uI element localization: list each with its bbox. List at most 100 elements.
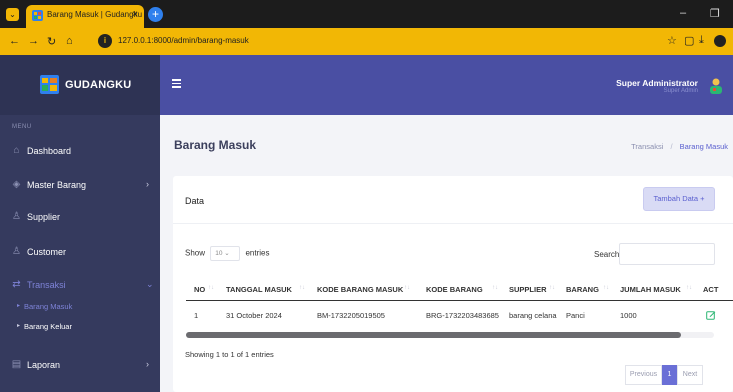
url-field[interactable]: i 127.0.0.1:8000/admin/barang-masuk (98, 32, 658, 51)
horizontal-scrollbar-thumb[interactable] (186, 332, 681, 338)
next-page-button[interactable]: Next (677, 365, 703, 385)
table-header-row: NO ↑↓ TANGGAL MASUK ↑↓ KODE BARANG MASUK… (186, 277, 733, 301)
warehouse-favicon-icon (32, 10, 43, 21)
reload-icon[interactable]: ↻ (47, 35, 56, 48)
menu-heading: MENU (12, 124, 32, 130)
forward-icon[interactable]: → (28, 35, 39, 47)
edit-icon[interactable] (706, 310, 716, 320)
site-info-icon[interactable]: i (98, 34, 112, 48)
entries-select[interactable]: 10 ⌄ (210, 246, 241, 261)
caret-right-icon: ▸ (17, 303, 21, 309)
sidebar-item-customer[interactable]: ♙ Customer (0, 242, 160, 262)
sidebar-subitem-barang-masuk[interactable]: ▸ Barang Masuk (0, 299, 160, 314)
sidebar-item-supplier[interactable]: ♙ Supplier (0, 207, 160, 227)
swap-icon: ⇄ (12, 279, 21, 290)
box-icon: ◈ (12, 179, 21, 190)
home-icon[interactable]: ⌂ (66, 35, 73, 47)
profile-avatar-icon[interactable] (714, 35, 726, 47)
browser-tab[interactable]: Barang Masuk | Gudangku × (26, 5, 144, 28)
cell-no: 1 (194, 311, 199, 320)
page-title: Barang Masuk (174, 138, 257, 152)
search-input[interactable] (619, 243, 715, 265)
download-icon[interactable]: ⤓ (699, 34, 704, 47)
sort-icon[interactable]: ↑↓ (299, 285, 305, 291)
sidebar-item-label: Transaksi (27, 280, 66, 290)
entries-label: entries (245, 248, 270, 258)
chevron-right-icon: › (146, 179, 149, 189)
sidebar-subitem-label: Barang Masuk (24, 302, 73, 311)
minimize-icon[interactable]: – (680, 7, 686, 19)
sidebar: GUDANGKU MENU ⌂ Dashboard ◈ Master Baran… (0, 55, 160, 392)
search-label: Search: (594, 250, 622, 259)
show-label: Show (185, 248, 206, 258)
sidebar-item-master-barang[interactable]: ◈ Master Barang › (0, 175, 160, 195)
bookmark-star-icon[interactable]: ☆ (667, 34, 677, 47)
sidebar-item-label: Master Barang (27, 180, 87, 190)
hamburger-menu-icon[interactable] (172, 79, 181, 88)
sidebar-subitem-barang-keluar[interactable]: ▸ Barang Keluar (0, 319, 160, 334)
breadcrumb: Transaksi / Barang Masuk (631, 142, 728, 151)
table-row: 1 31 October 2024 BM-1732205019505 BRG-1… (186, 301, 733, 329)
entries-value: 10 (215, 250, 223, 257)
sort-icon[interactable]: ↑↓ (549, 285, 555, 291)
column-header-action[interactable]: ACT (703, 285, 718, 294)
column-header-kode-barang-masuk[interactable]: KODE BARANG MASUK (317, 285, 403, 294)
tab-close-icon[interactable]: × (132, 9, 138, 20)
brand[interactable]: GUDANGKU (0, 55, 160, 115)
table-info: Showing 1 to 1 of 1 entries (185, 350, 274, 359)
restore-icon[interactable]: ❐ (710, 7, 720, 20)
user-name[interactable]: Super Administrator (616, 78, 698, 88)
sidebar-item-label: Supplier (27, 212, 61, 222)
entries-length-control: Show 10 ⌄ entries (185, 246, 270, 261)
add-data-button[interactable]: Tambah Data + (643, 187, 715, 211)
tab-search-icon[interactable]: ▢ (684, 34, 694, 47)
sidebar-item-laporan[interactable]: ▤ Laporan › (0, 355, 160, 375)
card-divider (173, 223, 733, 224)
sidebar-item-transaksi[interactable]: ⇄ Transaksi ⌄ (0, 275, 160, 295)
sidebar-item-label: Laporan (27, 360, 61, 370)
brand-name: GUDANGKU (65, 79, 132, 91)
column-header-tanggal-masuk[interactable]: TANGGAL MASUK (226, 285, 292, 294)
sort-icon[interactable]: ↑↓ (492, 285, 498, 291)
cell-jumlah-masuk: 1000 (620, 311, 637, 320)
chevron-down-icon: ⌄ (146, 279, 154, 289)
chevron-right-icon: › (146, 359, 149, 369)
warehouse-logo-icon (40, 75, 59, 94)
column-header-supplier[interactable]: SUPPLIER (509, 285, 547, 294)
cell-kode-barang: BRG-1732203483685 (426, 311, 499, 320)
cell-kode-barang-masuk: BM-1732205019505 (317, 311, 385, 320)
sort-icon[interactable]: ↑↓ (686, 285, 692, 291)
user-role: Super Admin (663, 88, 698, 94)
data-table: NO ↑↓ TANGGAL MASUK ↑↓ KODE BARANG MASUK… (186, 277, 733, 340)
breadcrumb-separator: / (670, 142, 673, 151)
cell-barang: Panci (566, 311, 585, 320)
browser-menu-button[interactable]: ⌄ (6, 8, 19, 21)
url-text: 127.0.0.1:8000/admin/barang-masuk (118, 36, 249, 45)
tab-title: Barang Masuk | Gudangku (47, 10, 143, 19)
sidebar-item-label: Customer (27, 247, 67, 257)
browser-addressbar: ← → ↻ ⌂ i 127.0.0.1:8000/admin/barang-ma… (0, 28, 733, 55)
sort-icon[interactable]: ↑↓ (603, 285, 609, 291)
sidebar-item-dashboard[interactable]: ⌂ Dashboard (0, 141, 160, 161)
breadcrumb-item-current: Barang Masuk (679, 142, 728, 151)
back-icon[interactable]: ← (9, 35, 20, 47)
column-header-barang[interactable]: BARANG (566, 285, 599, 294)
new-tab-button[interactable]: + (148, 7, 163, 22)
user-icon: ♙ (12, 246, 21, 257)
previous-page-button[interactable]: Previous (625, 365, 662, 385)
data-card: Data Tambah Data + Show 10 ⌄ entries Sea… (173, 176, 733, 392)
card-title: Data (185, 196, 205, 206)
cell-tanggal-masuk: 31 October 2024 (226, 311, 282, 320)
sidebar-item-label: Dashboard (27, 146, 72, 156)
breadcrumb-item-transaksi[interactable]: Transaksi (631, 142, 663, 151)
column-header-jumlah-masuk[interactable]: JUMLAH MASUK (620, 285, 681, 294)
page-number-button[interactable]: 1 (662, 365, 677, 385)
column-header-kode-barang[interactable]: KODE BARANG (426, 285, 483, 294)
top-header: Super Administrator Super Admin (160, 55, 733, 115)
sort-icon[interactable]: ↑↓ (208, 285, 214, 291)
sidebar-subitem-label: Barang Keluar (24, 322, 72, 331)
column-header-no[interactable]: NO (194, 285, 205, 294)
sort-icon[interactable]: ↑↓ (404, 285, 410, 291)
file-icon: ▤ (11, 359, 22, 370)
user-avatar-icon[interactable] (707, 77, 725, 95)
